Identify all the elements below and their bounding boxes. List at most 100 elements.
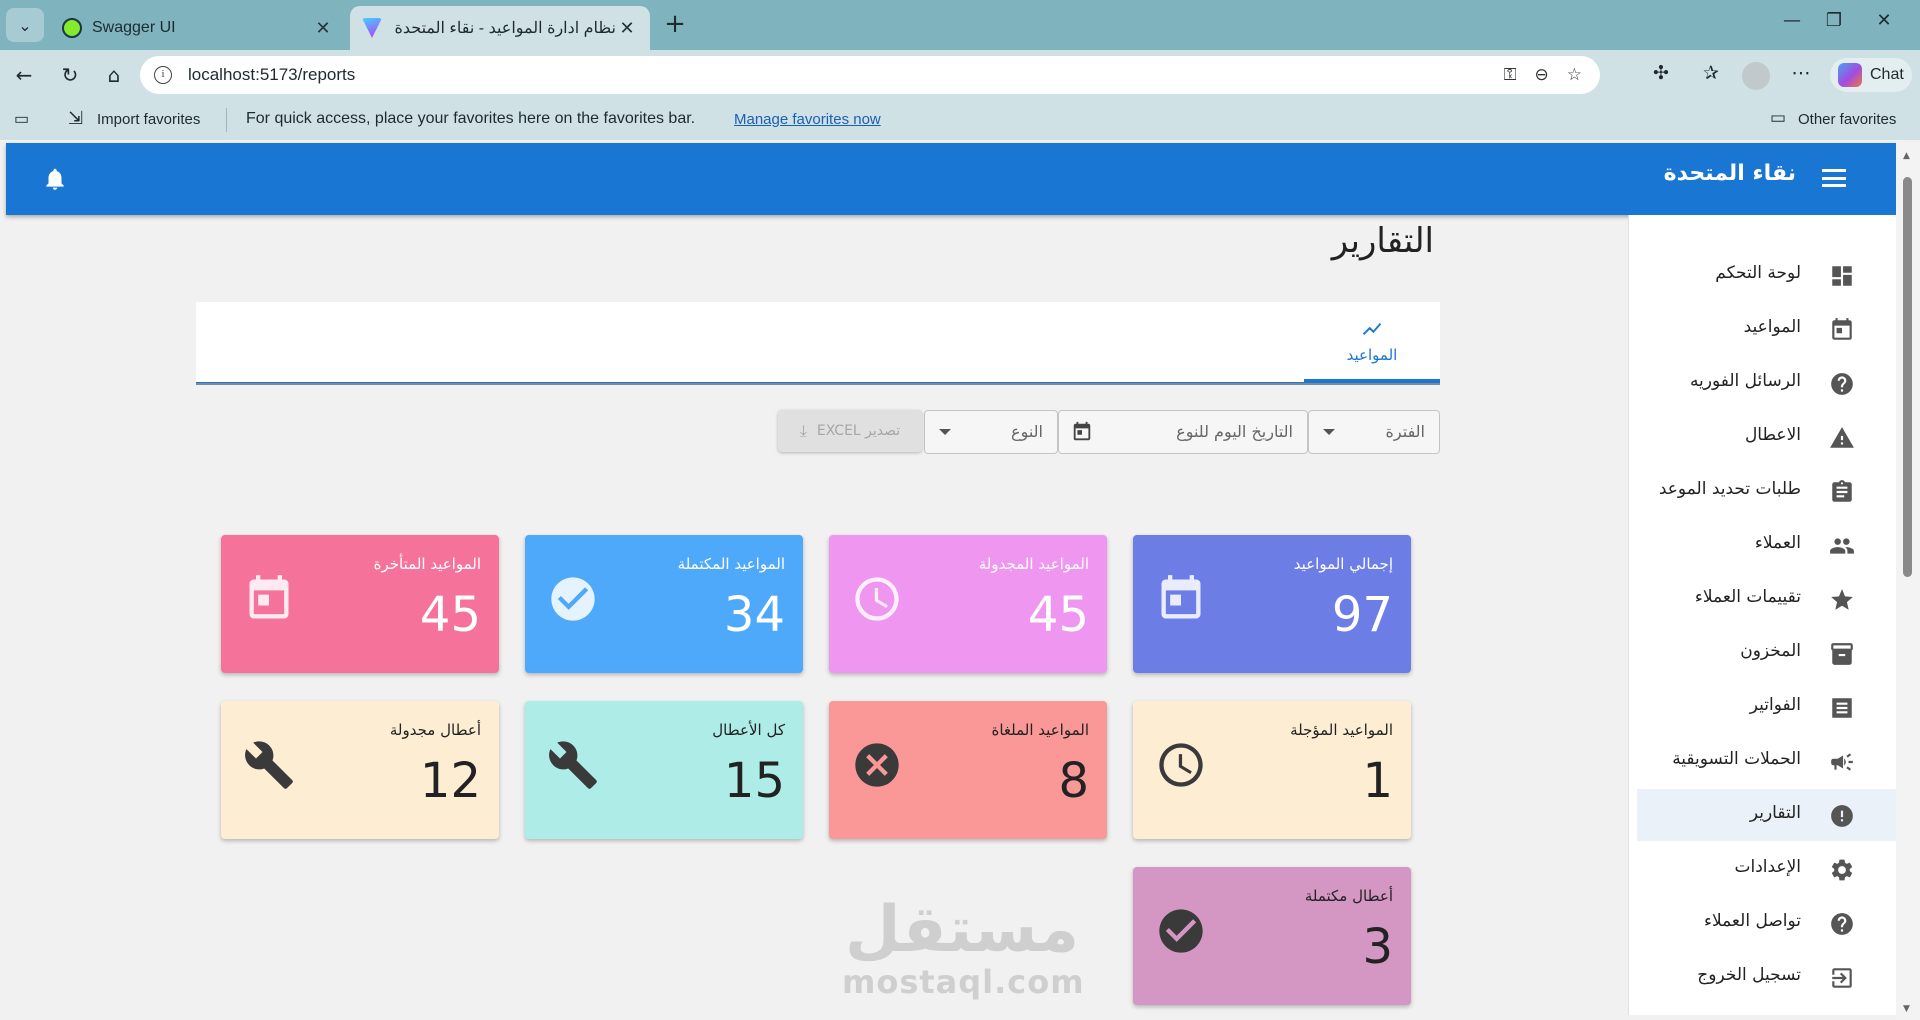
archive-icon — [1831, 643, 1853, 665]
stat-value: 8 — [1058, 753, 1089, 809]
sidebar-item[interactable]: تقييمات العملاء — [1637, 573, 1897, 625]
stat-title: المواعيد المؤجلة — [1290, 721, 1393, 739]
import-favorites-icon[interactable]: ⇲ — [68, 108, 83, 129]
other-favorites-button[interactable]: Other favorites — [1798, 111, 1896, 128]
import-favorites-button[interactable]: Import favorites — [97, 111, 200, 128]
scrollbar-thumb[interactable] — [1903, 177, 1912, 577]
dashboard-icon — [1832, 266, 1852, 286]
more-menu-icon[interactable]: ⋯ — [1786, 62, 1816, 84]
scroll-up-arrow-icon[interactable]: ▲ — [1903, 151, 1910, 161]
restore-icon[interactable]: ❐ — [1814, 10, 1854, 31]
settings-icon — [1831, 859, 1853, 881]
period-select[interactable]: الفترة — [1308, 410, 1440, 454]
stat-title: أعطال مجدولة — [389, 721, 481, 739]
profile-avatar[interactable] — [1742, 62, 1770, 90]
tab-actions-chevron-icon[interactable]: ⌄ — [6, 8, 44, 42]
sidebar-item[interactable]: تواصل العملاء — [1637, 897, 1897, 949]
app-header: نقاء المتحدة — [6, 143, 1896, 215]
home-icon[interactable]: ⌂ — [100, 62, 128, 88]
folder-icon: ▭ — [1770, 108, 1787, 127]
stat-value: 1 — [1362, 753, 1393, 809]
site-info-icon[interactable]: i — [154, 66, 172, 84]
calendar-icon[interactable] — [1071, 421, 1093, 443]
sidebar-item[interactable]: الاعطال — [1637, 411, 1897, 463]
notifications-bell-icon[interactable] — [42, 165, 68, 193]
stat-value: 15 — [723, 753, 785, 809]
stat-card: المواعيد المجدولة 45 — [829, 535, 1107, 673]
sidebar-item[interactable]: الرسائل الفوريه — [1637, 357, 1897, 409]
watermark: مستقل mostaql.com — [842, 895, 1084, 999]
stat-value: 45 — [1027, 587, 1089, 643]
sidebar-item[interactable]: العملاء — [1637, 519, 1897, 571]
stat-title: المواعيد المجدولة — [978, 555, 1089, 573]
browser-tab-app[interactable]: نظام ادارة المواعيد - نقاء المتحدة ✕ — [350, 6, 650, 50]
report-icon — [1831, 805, 1853, 827]
download-icon: ⤓ — [799, 421, 807, 440]
chat-label: Chat — [1870, 66, 1904, 83]
favorites-bar: ▭ ⇲ Import favorites For quick access, p… — [0, 100, 1920, 140]
page-scrollbar[interactable]: ▲ ▼ — [1896, 143, 1920, 1020]
check-circle-icon — [551, 577, 595, 621]
sidebar-item[interactable]: طلبات تحديد الموعد — [1637, 465, 1897, 517]
new-tab-button[interactable]: + — [660, 10, 690, 40]
receipt-icon — [1832, 698, 1852, 718]
sidebar-item[interactable]: المواعيد — [1637, 303, 1897, 355]
menu-hamburger-icon[interactable] — [1822, 169, 1846, 187]
stat-card: أعطال مكتملة 3 — [1133, 867, 1411, 1005]
close-tab-icon[interactable]: ✕ — [616, 18, 638, 39]
period-label: الفترة — [1385, 422, 1425, 441]
favorites-hint-text: For quick access, place your favorites h… — [246, 110, 696, 127]
sidebar-item-label: تواصل العملاء — [1703, 911, 1801, 931]
stat-title: المواعيد المتأخرة — [373, 555, 481, 573]
export-excel-button[interactable]: تصدير EXCEL ⤓ — [778, 410, 922, 452]
stat-card: أعطال مجدولة 12 — [221, 701, 499, 839]
sidebar-item-label: العملاء — [1754, 533, 1801, 553]
url-field[interactable]: i localhost:5173/reports ⚿ ⊖ ☆ — [140, 56, 1600, 94]
manage-favorites-link[interactable]: Manage favorites now — [734, 111, 881, 128]
zoom-out-icon[interactable]: ⊖ — [1535, 65, 1549, 85]
sidebar-item[interactable]: الحملات التسويقية — [1637, 735, 1897, 787]
stat-card: المواعيد المكتملة 34 — [525, 535, 803, 673]
sidebar-item-label: طلبات تحديد الموعد — [1658, 479, 1801, 499]
stat-card: إجمالي المواعيد 97 — [1133, 535, 1411, 673]
help-icon — [1831, 373, 1853, 395]
close-tab-icon[interactable]: ✕ — [312, 18, 334, 39]
sidebar-item[interactable]: تسجيل الخروج — [1637, 951, 1897, 1003]
stat-title: كل الأعطال — [712, 721, 785, 739]
export-label: تصدير EXCEL — [816, 423, 901, 439]
wrench-icon — [245, 741, 293, 789]
close-window-icon[interactable]: ✕ — [1864, 10, 1904, 31]
scroll-down-arrow-icon[interactable]: ▼ — [1903, 1004, 1910, 1014]
refresh-icon[interactable]: ↻ — [56, 62, 84, 88]
sidebar-item[interactable]: الإعدادات — [1637, 843, 1897, 895]
browser-tab-strip: ⌄ Swagger UI ✕ نظام ادارة المواعيد - نقا… — [0, 0, 1920, 50]
star-icon — [1831, 589, 1853, 610]
stat-value: 97 — [1331, 587, 1393, 643]
sidebar-item[interactable]: المخزون — [1637, 627, 1897, 679]
vite-favicon-icon — [362, 18, 382, 38]
type-select[interactable]: النوع — [924, 410, 1058, 454]
sidebar-item-label: التقارير — [1749, 803, 1801, 823]
extensions-icon[interactable]: ✣ — [1646, 62, 1676, 84]
favorites-icon[interactable]: ✰ — [1696, 62, 1726, 84]
reading-list-icon[interactable]: ▭ — [14, 109, 29, 129]
key-icon[interactable]: ⚿ — [1504, 65, 1517, 85]
sidebar-item-label: الإعدادات — [1734, 857, 1801, 877]
back-arrow-icon[interactable]: ← — [10, 62, 38, 88]
sidebar-item[interactable]: لوحة التحكم — [1637, 249, 1897, 301]
copilot-logo-icon — [1838, 63, 1862, 87]
minimize-icon[interactable]: — — [1772, 10, 1812, 31]
sidebar-item-label: المواعيد — [1743, 317, 1801, 337]
stat-value: 45 — [419, 587, 481, 643]
favorite-star-icon[interactable]: ☆ — [1567, 65, 1582, 85]
tab-appointments[interactable]: المواعيد — [1304, 302, 1440, 382]
dropdown-caret-icon — [1323, 429, 1335, 435]
clock-icon — [1159, 743, 1203, 787]
sidebar-item[interactable]: الفواتير — [1637, 681, 1897, 733]
sidebar-item[interactable]: التقارير — [1637, 789, 1897, 841]
sidebar-item-label: تسجيل الخروج — [1697, 965, 1801, 985]
date-picker-field[interactable]: التاريخ اليوم للنوع — [1058, 410, 1308, 454]
browser-tab-swagger[interactable]: Swagger UI ✕ — [50, 6, 346, 50]
help-icon — [1831, 913, 1853, 935]
copilot-chat-button[interactable]: Chat — [1830, 58, 1912, 92]
